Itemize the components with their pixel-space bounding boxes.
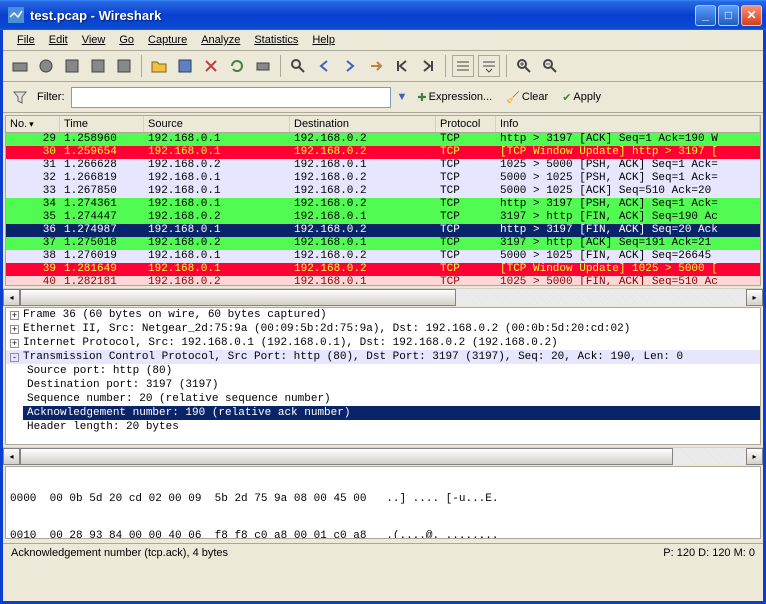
app-icon [8, 7, 24, 23]
back-icon[interactable] [313, 55, 335, 77]
tree-seqnum[interactable]: Sequence number: 20 (relative sequence n… [23, 392, 760, 406]
tree-ip[interactable]: +Internet Protocol, Src: 192.168.0.1 (19… [6, 336, 760, 350]
table-row[interactable]: 361.274987192.168.0.1192.168.0.2TCPhttp … [6, 224, 760, 237]
tree-ethernet[interactable]: +Ethernet II, Src: Netgear_2d:75:9a (00:… [6, 322, 760, 336]
options-icon[interactable] [35, 55, 57, 77]
menu-capture[interactable]: Capture [142, 32, 193, 48]
table-row[interactable]: 291.258960192.168.0.1192.168.0.2TCPhttp … [6, 133, 760, 146]
menu-view[interactable]: View [76, 32, 112, 48]
menu-file[interactable]: File [11, 32, 41, 48]
filter-toolbar: Filter: ▼ ✚ Expression... 🧹Clear ✔ Apply [3, 82, 763, 113]
start-icon[interactable] [61, 55, 83, 77]
packet-scrollbar[interactable]: ◂▸ [3, 288, 763, 305]
interfaces-icon[interactable] [9, 55, 31, 77]
close-button[interactable]: ✕ [741, 5, 762, 26]
zoom-in-icon[interactable] [513, 55, 535, 77]
table-row[interactable]: 381.276019192.168.0.1192.168.0.2TCP5000 … [6, 250, 760, 263]
status-right: P: 120 D: 120 M: 0 [663, 547, 755, 559]
tree-dstport[interactable]: Destination port: 3197 (3197) [23, 378, 760, 392]
filter-icon[interactable] [9, 86, 31, 108]
tree-acknum[interactable]: Acknowledgement number: 190 (relative ac… [23, 406, 760, 420]
details-scrollbar[interactable]: ◂▸ [3, 447, 763, 464]
goto-icon[interactable] [365, 55, 387, 77]
close-icon[interactable] [200, 55, 222, 77]
minimize-button[interactable]: _ [695, 5, 716, 26]
dropdown-icon[interactable]: ▼ [397, 91, 408, 103]
save-icon[interactable] [174, 55, 196, 77]
colorize-icon[interactable] [452, 55, 474, 77]
tree-frame[interactable]: +Frame 36 (60 bytes on wire, 60 bytes ca… [6, 308, 760, 322]
autoscroll-icon[interactable] [478, 55, 500, 77]
table-row[interactable]: 301.259654192.168.0.1192.168.0.2TCP[TCP … [6, 146, 760, 159]
maximize-button[interactable]: □ [718, 5, 739, 26]
menubar: File Edit View Go Capture Analyze Statis… [3, 30, 763, 51]
table-row[interactable]: 321.266819192.168.0.1192.168.0.2TCP5000 … [6, 172, 760, 185]
tree-srcport[interactable]: Source port: http (80) [23, 364, 760, 378]
table-row[interactable]: 311.266628192.168.0.2192.168.0.1TCP1025 … [6, 159, 760, 172]
table-row[interactable]: 391.281649192.168.0.1192.168.0.2TCP[TCP … [6, 263, 760, 276]
table-row[interactable]: 371.275018192.168.0.2192.168.0.1TCP3197 … [6, 237, 760, 250]
stop-icon[interactable] [87, 55, 109, 77]
open-icon[interactable] [148, 55, 170, 77]
table-row[interactable]: 351.274447192.168.0.2192.168.0.1TCP3197 … [6, 211, 760, 224]
filter-label: Filter: [37, 91, 65, 103]
forward-icon[interactable] [339, 55, 361, 77]
table-row[interactable]: 331.267850192.168.0.1192.168.0.2TCP5000 … [6, 185, 760, 198]
apply-button[interactable]: ✔ Apply [558, 89, 605, 106]
go-first-icon[interactable] [391, 55, 413, 77]
filter-input[interactable] [71, 87, 391, 108]
window-title: test.pcap - Wireshark [28, 8, 695, 23]
menu-edit[interactable]: Edit [43, 32, 74, 48]
expression-button[interactable]: ✚ Expression... [413, 89, 496, 106]
packet-details[interactable]: +Frame 36 (60 bytes on wire, 60 bytes ca… [5, 307, 761, 445]
menu-statistics[interactable]: Statistics [248, 32, 304, 48]
find-icon[interactable] [287, 55, 309, 77]
menu-analyze[interactable]: Analyze [195, 32, 246, 48]
restart-icon[interactable] [113, 55, 135, 77]
main-toolbar [3, 51, 763, 82]
reload-icon[interactable] [226, 55, 248, 77]
tree-tcp[interactable]: -Transmission Control Protocol, Src Port… [6, 350, 760, 364]
statusbar: Acknowledgement number (tcp.ack), 4 byte… [3, 543, 763, 562]
table-row[interactable]: 341.274361192.168.0.1192.168.0.2TCPhttp … [6, 198, 760, 211]
packet-list[interactable]: No. ▾ Time Source Destination Protocol I… [5, 115, 761, 286]
menu-help[interactable]: Help [306, 32, 341, 48]
titlebar: test.pcap - Wireshark _ □ ✕ [0, 0, 766, 30]
clear-button[interactable]: 🧹Clear [502, 89, 552, 106]
packet-list-header[interactable]: No. ▾ Time Source Destination Protocol I… [6, 116, 760, 133]
hex-view[interactable]: 0000 00 0b 5d 20 cd 02 00 09 5b 2d 75 9a… [5, 466, 761, 539]
table-row[interactable]: 401.282181192.168.0.2192.168.0.1TCP1025 … [6, 276, 760, 286]
go-last-icon[interactable] [417, 55, 439, 77]
status-left: Acknowledgement number (tcp.ack), 4 byte… [11, 547, 663, 559]
zoom-out-icon[interactable] [539, 55, 561, 77]
print-icon[interactable] [252, 55, 274, 77]
tree-hdrlen[interactable]: Header length: 20 bytes [23, 420, 760, 434]
menu-go[interactable]: Go [113, 32, 140, 48]
